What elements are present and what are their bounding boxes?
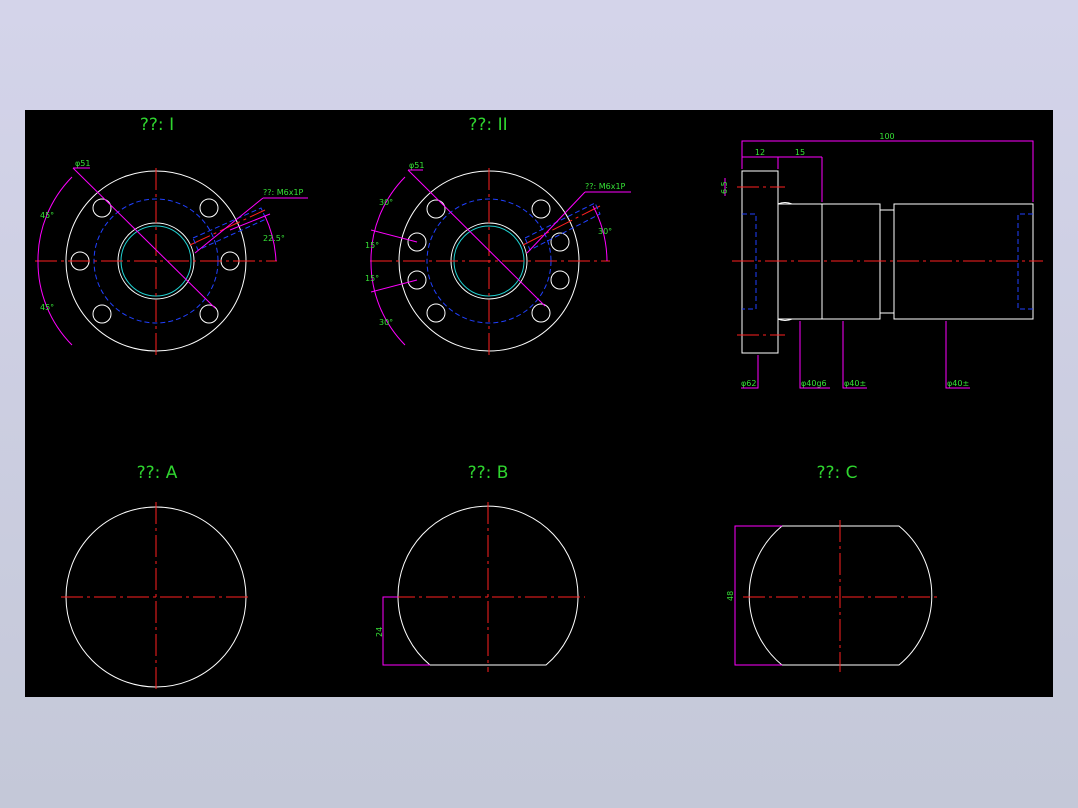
view-a-title: ??: A: [137, 463, 178, 483]
view-ii-bolt-hole: [531, 199, 551, 219]
side-dia-body-2: φ40±: [947, 379, 969, 388]
view-i: ??: I φ51 ??: M6x1P 22.5° 45° 45°: [35, 115, 308, 355]
view-ii-bolt-hole: [426, 303, 446, 323]
view-c-width-label: 48: [726, 591, 735, 601]
view-i-bolt-hole: [199, 198, 219, 218]
side-leader-body-2: [945, 321, 970, 389]
view-b-height-label: 24: [375, 627, 384, 637]
view-i-bolt-hole: [92, 304, 112, 324]
view-ii-thread-label: ??: M6x1P: [585, 182, 626, 191]
view-ii-title: ??: II: [468, 115, 507, 135]
side-dia-body-1: φ40±: [844, 379, 866, 388]
view-i-bolt-hole: [92, 198, 112, 218]
view-ii-bolt-hole: [531, 303, 551, 323]
view-i-angle-right-label: 22.5°: [263, 234, 285, 243]
side-dia-pilot: φ40g6: [801, 379, 827, 388]
view-i-title: ??: I: [140, 115, 174, 135]
view-ii-angle-c-label: 15°: [365, 274, 379, 283]
side-offset-label: 6.5: [720, 181, 729, 194]
view-ii-angle-b-label: 15°: [365, 241, 379, 250]
side-dim-total: [741, 140, 1034, 202]
view-ii: ??: II φ51 ??: M6x1P 30° 30° 15° 15° 30°: [365, 115, 631, 355]
view-ii-bolt-circle-label: φ51: [409, 161, 424, 170]
cad-drawing-canvas[interactable]: ??: I φ51 ??: M6x1P 22.5° 45° 45° ??: II: [25, 110, 1053, 697]
view-i-bolt-hole: [199, 304, 219, 324]
side-view: 100 12 15 6.5 φ62 φ40g6 φ40± φ40±: [720, 132, 1043, 389]
side-leader-pilot: [799, 321, 830, 389]
view-c-dim-width: [734, 525, 782, 666]
side-length-flange: 12: [755, 148, 765, 157]
view-ii-bolt-hole: [550, 270, 570, 290]
view-ii-bolt-hole: [426, 199, 446, 219]
view-i-angle-bottom-label: 45°: [40, 303, 54, 312]
view-c: ??: C 48: [726, 463, 937, 672]
side-dia-flange: φ62: [741, 379, 756, 388]
view-ii-thread-axis: [522, 205, 601, 246]
view-i-angle-top-label: 45°: [40, 211, 54, 220]
view-ii-angle-d-label: 30°: [379, 318, 393, 327]
view-a: ??: A: [61, 463, 251, 692]
view-b: ??: B 24: [375, 463, 585, 672]
view-c-title: ??: C: [816, 463, 857, 483]
view-i-bolt-circle-label: φ51: [75, 159, 90, 168]
view-ii-bolt-hole: [550, 232, 570, 252]
view-i-thread-axis: [189, 209, 266, 246]
view-ii-angle-right-label: 30°: [598, 227, 612, 236]
view-i-thread-leader: [194, 197, 264, 254]
view-i-angle-ext: [229, 213, 271, 231]
view-ii-angle-a-label: 30°: [379, 198, 393, 207]
view-b-dim-height: [382, 596, 430, 666]
side-length-total: 100: [879, 132, 894, 141]
side-leader-body-1: [842, 321, 867, 389]
view-i-thread-label: ??: M6x1P: [263, 188, 304, 197]
view-ii-diameter-leader: [407, 169, 546, 307]
view-b-title: ??: B: [468, 463, 509, 483]
side-length-pilot: 15: [795, 148, 805, 157]
side-flange: [741, 170, 779, 354]
